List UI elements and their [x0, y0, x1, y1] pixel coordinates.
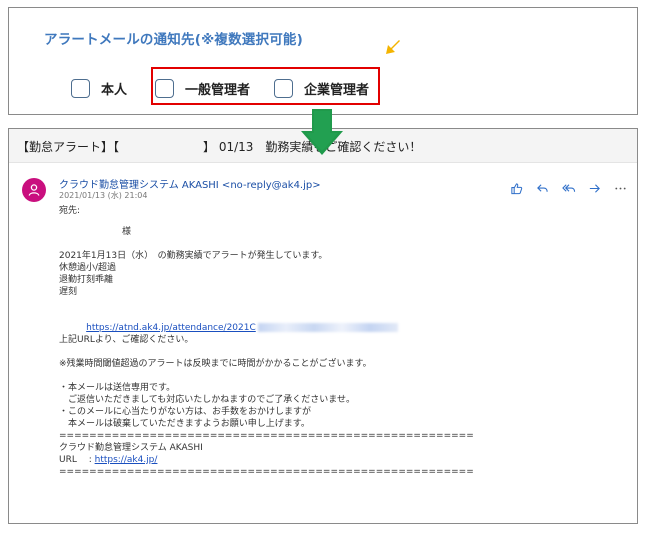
like-icon[interactable] — [508, 180, 525, 197]
option-self[interactable]: 本人 — [71, 75, 127, 101]
forward-icon[interactable] — [586, 180, 603, 197]
signature-url-label: URL : — [59, 455, 95, 465]
checkbox-self[interactable] — [71, 78, 90, 98]
email-actions — [508, 180, 629, 197]
email-datetime: 2021/01/13 (水) 21:04 — [59, 191, 148, 200]
yellow-pointer-arrow-icon — [386, 40, 400, 54]
reply-all-icon[interactable] — [560, 180, 577, 197]
signature-url-row: URL : https://ak4.jp/ — [59, 454, 474, 466]
footer-line: 本メールは破棄していただきますようお願い申し上げます。 — [59, 419, 310, 429]
signature-url[interactable]: https://ak4.jp/ — [95, 455, 158, 465]
email-preview-panel: 【勤怠アラート】【 】 01/13 勤務実績をご確認ください！ クラウド勤怠管理… — [8, 128, 638, 524]
separator: ========================================… — [59, 467, 474, 477]
more-icon[interactable] — [612, 180, 629, 197]
green-down-arrow-icon — [301, 109, 343, 155]
overtime-note: ※残業時間閾値超過のアラートは反映までに時間がかかることがございます。 — [59, 359, 372, 369]
alert-intro: 2021年1月13日（水） の勤務実績でアラートが発生しています。 — [59, 251, 328, 261]
to-label: 宛先: — [59, 206, 81, 216]
footer-line: ・このメールに心当たりがない方は、お手数をおかけしますが — [59, 407, 312, 417]
attendance-link[interactable]: https://atnd.ak4.jp/attendance/2021C — [86, 323, 256, 333]
sender-avatar[interactable] — [22, 178, 46, 202]
alert-item: 休憩過小/超過 — [59, 263, 117, 273]
red-highlight-box — [151, 67, 380, 105]
option-self-label: 本人 — [101, 82, 128, 98]
check-url-text: 上記URLより、ご確認ください。 — [59, 335, 194, 345]
person-icon — [28, 184, 40, 196]
signature-name: クラウド勤怠管理システム AKASHI — [59, 443, 203, 453]
section-title: アラートメールの通知先(※複数選択可能) — [44, 32, 303, 48]
footer-line: ご返信いただきましても対応いたしかねますのでご了承くださいませ。 — [59, 395, 356, 405]
separator: ========================================… — [59, 431, 474, 441]
attendance-link-row: https://atnd.ak4.jp/attendance/2021C — [69, 310, 474, 333]
footer-line: ・本メールは送信専用です。 — [59, 383, 176, 393]
email-body: 様 2021年1月13日（水） の勤務実績でアラートが発生しています。 休憩過小… — [59, 226, 474, 478]
redacted-url-part — [257, 323, 398, 332]
alert-item: 退勤打刻乖離 — [59, 275, 114, 285]
reply-icon[interactable] — [534, 180, 551, 197]
salutation: 様 — [59, 227, 132, 237]
notification-settings-panel: アラートメールの通知先(※複数選択可能) 本人 一般管理者 企業管理者 — [8, 7, 638, 115]
alert-item: 遅刻 — [59, 287, 78, 297]
email-subject: 【勤怠アラート】【 】 01/13 勤務実績をご確認ください！ — [17, 140, 422, 154]
sender-name[interactable]: クラウド勤怠管理システム AKASHI <no-reply@ak4.jp> — [59, 176, 321, 191]
